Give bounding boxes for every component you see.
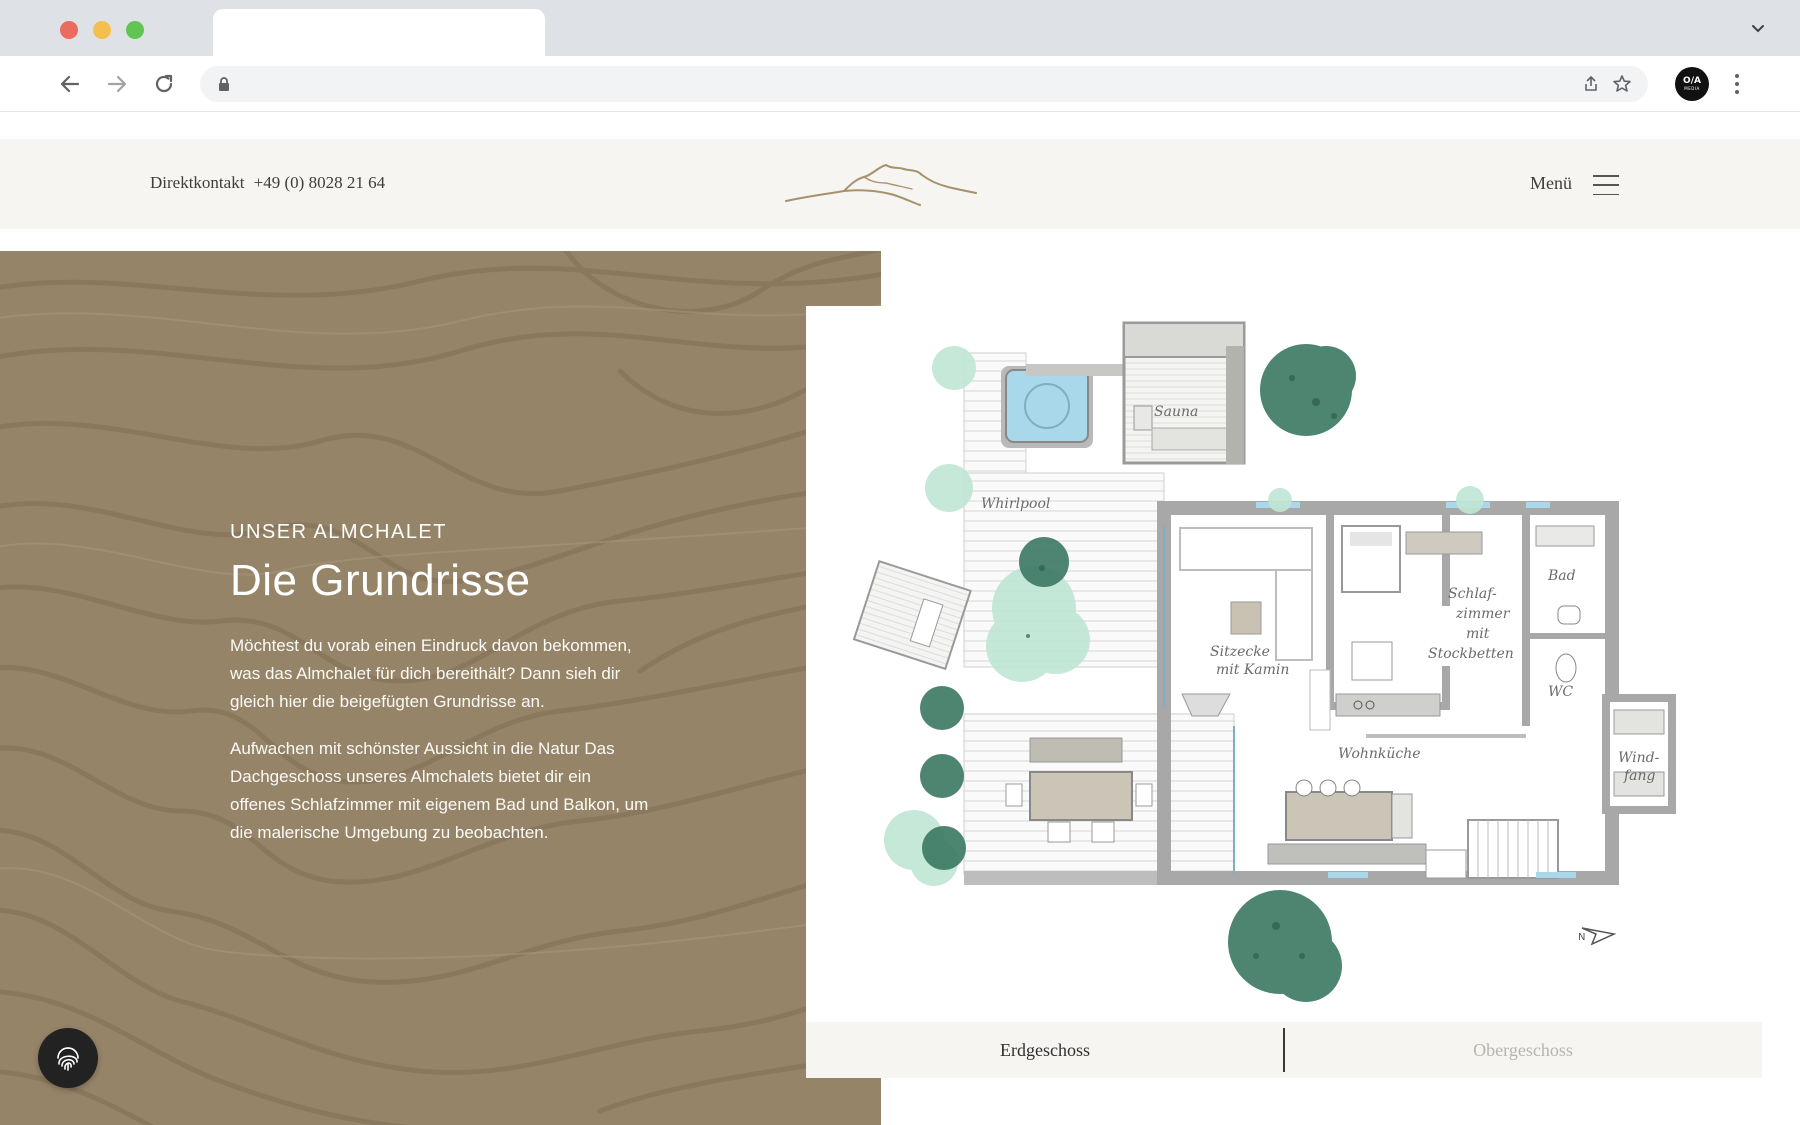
room-label-bad: Bad xyxy=(1547,568,1576,584)
room-label-wohnkueche: Wohnküche xyxy=(1338,746,1421,762)
bookmark-star-icon[interactable] xyxy=(1612,74,1632,94)
room-label-schlaf-2: zimmer xyxy=(1455,606,1511,622)
room-label-schlaf-4: Stockbetten xyxy=(1428,646,1514,662)
tab-search-chevron-icon[interactable] xyxy=(1748,18,1768,38)
room-label-windfang-1: Wind- xyxy=(1618,750,1660,766)
browser-menu-kebab-icon[interactable] xyxy=(1726,70,1748,98)
profile-initials: O/A xyxy=(1683,76,1701,86)
room-label-whirlpool: Whirlpool xyxy=(981,496,1050,512)
intro-text-block: UNSER ALMCHALET Die Grundrisse Möchtest … xyxy=(230,521,650,847)
direct-contact[interactable]: Direktkontakt +49 (0) 8028 21 64 xyxy=(150,173,385,193)
room-label-wc: WC xyxy=(1548,684,1573,700)
room-label-sauna: Sauna xyxy=(1154,404,1198,420)
tab-obergeschoss[interactable]: Obergeschoss xyxy=(1284,1022,1762,1078)
floorplan-card: Whirlpool Sauna Sitzecke mit Kamin Schla… xyxy=(806,306,1762,1078)
contact-label: Direktkontakt xyxy=(150,173,245,192)
hamburger-menu-icon[interactable] xyxy=(1593,175,1619,195)
intro-panel: UNSER ALMCHALET Die Grundrisse Möchtest … xyxy=(0,251,881,1125)
fingerprint-icon xyxy=(57,1047,79,1071)
minimize-window-button[interactable] xyxy=(93,21,111,39)
browser-toolbar: O/A MEDIA xyxy=(0,56,1800,112)
lock-icon xyxy=(216,76,232,92)
forward-arrow-icon[interactable] xyxy=(103,70,131,98)
maximize-window-button[interactable] xyxy=(126,21,144,39)
contact-phone-link[interactable]: +49 (0) 8028 21 64 xyxy=(254,173,385,192)
room-label-sitzecke-2: mit Kamin xyxy=(1216,662,1289,678)
close-window-button[interactable] xyxy=(60,21,78,39)
site-logo-mountain-icon[interactable] xyxy=(784,161,978,209)
floorplan-image: Whirlpool Sauna Sitzecke mit Kamin Schla… xyxy=(852,321,1676,1002)
intro-paragraph-1: Möchtest du vorab einen Eindruck davon b… xyxy=(230,636,632,711)
room-label-schlaf-3: mit xyxy=(1466,626,1490,642)
site-header: Direktkontakt +49 (0) 8028 21 64 Menü xyxy=(0,139,1800,229)
share-icon[interactable] xyxy=(1582,75,1600,93)
room-label-windfang-2: fang xyxy=(1623,768,1656,784)
browser-tab-bar xyxy=(0,0,1800,56)
profile-avatar[interactable]: O/A MEDIA xyxy=(1675,67,1709,101)
section-eyebrow: UNSER ALMCHALET xyxy=(230,521,447,543)
profile-sub: MEDIA xyxy=(1684,86,1700,91)
tab-erdgeschoss[interactable]: Erdgeschoss xyxy=(806,1022,1284,1078)
intro-paragraph-2: Aufwachen mit schönster Aussicht in die … xyxy=(230,739,649,842)
privacy-settings-fingerprint-button[interactable] xyxy=(38,1028,98,1088)
back-arrow-icon[interactable] xyxy=(56,70,84,98)
north-label: N xyxy=(1578,932,1585,943)
page-title: Die Grundrisse xyxy=(230,556,531,605)
reload-icon[interactable] xyxy=(150,70,178,98)
floor-tabs: Erdgeschoss Obergeschoss xyxy=(806,1022,1762,1078)
north-arrow-icon: N xyxy=(1578,927,1617,946)
browser-tab-active[interactable] xyxy=(213,9,545,56)
room-label-schlaf-1: Schlaf- xyxy=(1448,586,1497,602)
menu-label[interactable]: Menü xyxy=(1530,173,1572,194)
address-bar[interactable] xyxy=(200,66,1648,102)
room-label-sitzecke-1: Sitzecke xyxy=(1210,644,1270,660)
